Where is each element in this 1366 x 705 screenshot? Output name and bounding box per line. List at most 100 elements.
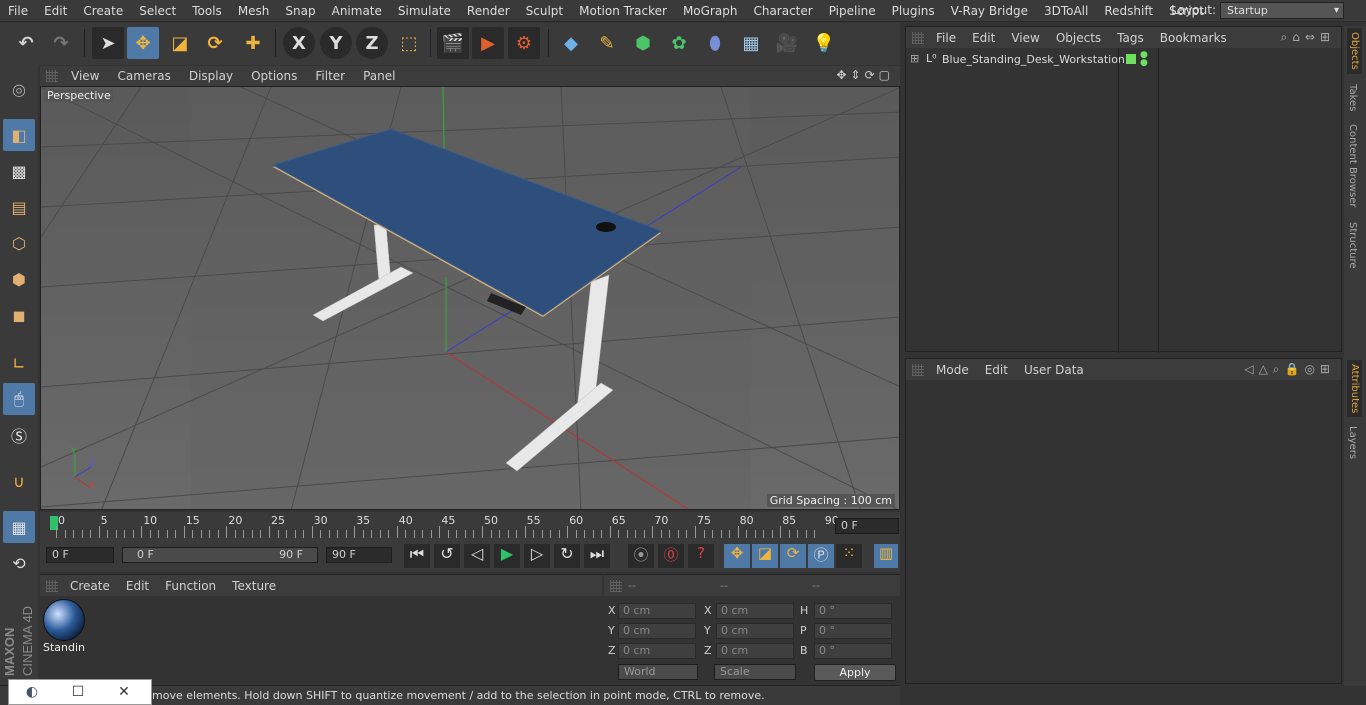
coordinate-system-icon[interactable]: ⬚ — [393, 27, 425, 59]
matmenu-item-create[interactable]: Create — [62, 579, 118, 593]
menubar-item-select[interactable]: Select — [131, 4, 184, 18]
menubar-item-sculpt[interactable]: Sculpt — [518, 4, 571, 18]
objmenu-item-edit[interactable]: Edit — [964, 31, 1003, 45]
coord-value-field[interactable]: 0 cm — [618, 643, 696, 659]
next-key-icon[interactable]: ↻ — [554, 544, 580, 568]
objmenu-item-tags[interactable]: Tags — [1109, 31, 1152, 45]
objmenu-item-bookmarks[interactable]: Bookmarks — [1152, 31, 1235, 45]
vpmenu-item-options[interactable]: Options — [242, 69, 306, 83]
coord-space-dropdown[interactable]: World — [618, 664, 698, 680]
object-manager-tool-icons[interactable]: ⌕⌂⇔⊞ — [1281, 30, 1335, 45]
render-view-icon[interactable]: 🎬 — [437, 27, 469, 59]
snap-icon[interactable]: Ⓢ — [3, 419, 35, 451]
tab-layers[interactable]: Layers — [1347, 426, 1358, 459]
axis-z-lock-icon[interactable]: Z — [356, 27, 388, 59]
matmenu-item-function[interactable]: Function — [157, 579, 224, 593]
coord-value-field[interactable]: 0 ° — [814, 623, 892, 639]
menubar-item-mograph[interactable]: MoGraph — [675, 4, 746, 18]
coord-value-field[interactable]: 0 cm — [716, 603, 794, 619]
floor-icon[interactable]: ▦ — [735, 27, 767, 59]
apply-button[interactable]: Apply — [814, 664, 896, 681]
menubar-item-render[interactable]: Render — [459, 4, 518, 18]
go-to-end-icon[interactable]: ⏭ — [584, 544, 610, 568]
end-frame-field[interactable]: 90 F — [326, 547, 392, 563]
make-editable-icon[interactable]: ◎ — [3, 73, 35, 105]
render-picture-viewer-icon[interactable]: ▶ — [472, 27, 504, 59]
coord-value-field[interactable]: 0 cm — [618, 623, 696, 639]
coord-value-field[interactable]: 0 cm — [716, 623, 794, 639]
key-position-icon[interactable]: ✥ — [724, 544, 750, 568]
menubar-item-simulate[interactable]: Simulate — [390, 4, 459, 18]
vpmenu-item-cameras[interactable]: Cameras — [108, 69, 179, 83]
subdivision-icon[interactable]: ⬢ — [627, 27, 659, 59]
menubar-item-edit[interactable]: Edit — [36, 4, 75, 18]
camera-icon[interactable]: 🎥 — [771, 27, 803, 59]
visibility-dots-icon[interactable]: ● ● — [1140, 51, 1148, 68]
current-frame-field[interactable]: 0 F — [835, 518, 899, 534]
menubar-item-motion-tracker[interactable]: Motion Tracker — [571, 4, 675, 18]
expand-icon[interactable]: ⊞ — [910, 52, 919, 65]
perspective-viewport[interactable]: Perspective Y Z X Grid Spacing : 100 cm — [40, 86, 900, 510]
render-settings-icon[interactable]: ⚙ — [508, 27, 540, 59]
axis-x-lock-icon[interactable]: X — [283, 27, 315, 59]
objmenu-item-objects[interactable]: Objects — [1048, 31, 1109, 45]
tweak-mode-icon[interactable]: 🖱 — [3, 383, 35, 415]
menubar-item-plugins[interactable]: Plugins — [884, 4, 943, 18]
attrmenu-item-user-data[interactable]: User Data — [1016, 363, 1092, 377]
cube-object-icon[interactable]: ◆ — [555, 27, 587, 59]
tab-takes[interactable]: Takes — [1347, 84, 1358, 111]
deformer-icon[interactable]: ⬮ — [699, 27, 731, 59]
light-icon[interactable]: 💡 — [808, 27, 840, 59]
menubar-item-redshift[interactable]: Redshift — [1096, 4, 1161, 18]
menubar-item-character[interactable]: Character — [745, 4, 820, 18]
menubar-item-file[interactable]: File — [0, 4, 36, 18]
go-to-start-icon[interactable]: ⏮ — [404, 544, 430, 568]
edges-mode-icon[interactable]: ⬢ — [3, 263, 35, 295]
record-keys-icon[interactable]: ⓪ — [658, 544, 684, 568]
key-rotation-icon[interactable]: ⟳ — [780, 544, 806, 568]
workplane-icon[interactable]: ▤ — [3, 191, 35, 223]
tab-content-browser[interactable]: Content Browser — [1347, 124, 1358, 207]
auto-key-icon[interactable]: ? — [688, 544, 714, 568]
key-scale-icon[interactable]: ◪ — [752, 544, 778, 568]
magnet-icon[interactable]: ∪ — [3, 465, 35, 497]
timeline-ruler[interactable]: 0 5 10 15 20 25 30 35 40 45 50 55 60 65 70 75 80 85 90 0 F — [40, 512, 900, 540]
object-name[interactable]: Blue_Standing_Desk_Workstation — [942, 53, 1125, 66]
undo-icon[interactable]: ↶ — [10, 27, 42, 59]
coord-value-field[interactable]: 0 ° — [814, 603, 892, 619]
motion-record-icon[interactable]: ⦿ — [628, 544, 654, 568]
layout-dropdown[interactable]: Startup — [1220, 2, 1344, 19]
coord-mode-dropdown[interactable]: Scale — [714, 664, 796, 680]
coord-value-field[interactable]: 0 ° — [814, 643, 892, 659]
timeline-window-icon[interactable]: ▥ — [874, 544, 898, 568]
select-arrow-icon[interactable]: ➤ — [92, 27, 124, 59]
play-icon[interactable]: ▶ — [494, 544, 520, 568]
vpmenu-item-display[interactable]: Display — [180, 69, 242, 83]
axis-y-lock-icon[interactable]: Y — [320, 27, 352, 59]
menubar-item-pipeline[interactable]: Pipeline — [821, 4, 884, 18]
prev-frame-icon[interactable]: ◁ — [464, 544, 490, 568]
redo-icon[interactable]: ↷ — [45, 27, 77, 59]
attrmenu-item-mode[interactable]: Mode — [928, 363, 977, 377]
menubar-item-create[interactable]: Create — [75, 4, 131, 18]
attribute-tool-icons[interactable]: ◁△⌕🔒◎⊞ — [1244, 362, 1335, 377]
start-frame-field[interactable]: 0 F — [46, 547, 114, 563]
tab-attributes[interactable]: Attributes — [1347, 360, 1362, 418]
rotate-tool-icon[interactable]: ⟳ — [199, 27, 231, 59]
points-mode-icon[interactable]: ⬡ — [3, 227, 35, 259]
layer-color-icon[interactable] — [1126, 54, 1136, 64]
tab-objects[interactable]: Objects — [1347, 28, 1362, 74]
menubar-item-3dtoall[interactable]: 3DToAll — [1036, 4, 1096, 18]
key-parameter-icon[interactable]: Ⓟ — [808, 544, 834, 568]
cloner-icon[interactable]: ✿ — [663, 27, 695, 59]
close-icon[interactable]: ✕ — [101, 684, 147, 700]
attrmenu-item-edit[interactable]: Edit — [977, 363, 1016, 377]
tab-structure[interactable]: Structure — [1347, 222, 1358, 269]
workplane-lock-icon[interactable]: ▦ — [3, 511, 35, 543]
model-mode-icon[interactable]: ◧ — [3, 119, 35, 151]
key-pla-icon[interactable]: ⁙ — [836, 544, 862, 568]
object-row[interactable]: ⊞ L⁰ Blue_Standing_Desk_Workstation ● ● — [906, 51, 1343, 69]
menubar-item-mesh[interactable]: Mesh — [230, 4, 278, 18]
viewport-nav-icons[interactable]: ✥⇕⟳▢ — [836, 68, 894, 82]
vpmenu-item-filter[interactable]: Filter — [306, 69, 354, 83]
